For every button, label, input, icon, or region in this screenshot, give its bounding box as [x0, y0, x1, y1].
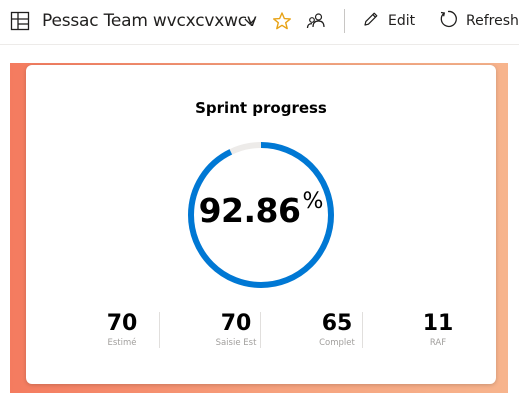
team-selector[interactable]: Pessac Team wvcxcvxwcv [42, 0, 257, 42]
stat-value: 11 [422, 311, 454, 336]
header-separator [0, 44, 519, 45]
refresh-button-label: Refresh [466, 13, 519, 29]
header-divider [344, 9, 345, 33]
edit-button[interactable]: Edit [362, 0, 415, 42]
stat-divider [362, 312, 363, 348]
edit-button-label: Edit [388, 13, 416, 29]
progress-percentage: 92.86% [186, 189, 336, 230]
chevron-down-icon[interactable] [243, 0, 259, 42]
header-bar: Pessac Team wvcxcvxwcv Edit Refresh [0, 0, 519, 42]
stat-value: 70 [106, 311, 138, 336]
stat-complet: 65 Complet [287, 311, 387, 349]
refresh-button[interactable]: Refresh [438, 0, 519, 42]
stat-estime: 70 Estimé [72, 311, 172, 349]
percent-sign: % [302, 189, 324, 214]
stat-label: Saisie Est [215, 338, 257, 348]
stat-label: RAF [429, 338, 447, 348]
people-icon[interactable] [306, 0, 328, 42]
stat-value: 70 [220, 311, 252, 336]
widget-title: Sprint progress [195, 99, 327, 117]
star-icon[interactable] [272, 0, 294, 42]
progress-value: 92.86 [198, 191, 301, 230]
refresh-icon [438, 9, 466, 33]
stat-raf: 11 RAF [388, 311, 488, 349]
stat-label: Estimé [107, 338, 137, 348]
sprint-progress-widget[interactable]: Sprint progress 92.86% 70 Estimé 70 Sais… [26, 65, 496, 384]
stat-saisie-est: 70 Saisie Est [186, 311, 286, 349]
stat-label: Complet [319, 338, 355, 348]
pencil-icon [362, 10, 388, 32]
stat-divider [159, 312, 160, 348]
stats-row: 70 Estimé 70 Saisie Est 65 Complet 11 RA… [70, 312, 474, 352]
board-icon[interactable] [10, 0, 30, 42]
stat-value: 65 [321, 311, 353, 336]
stat-divider [260, 312, 261, 348]
